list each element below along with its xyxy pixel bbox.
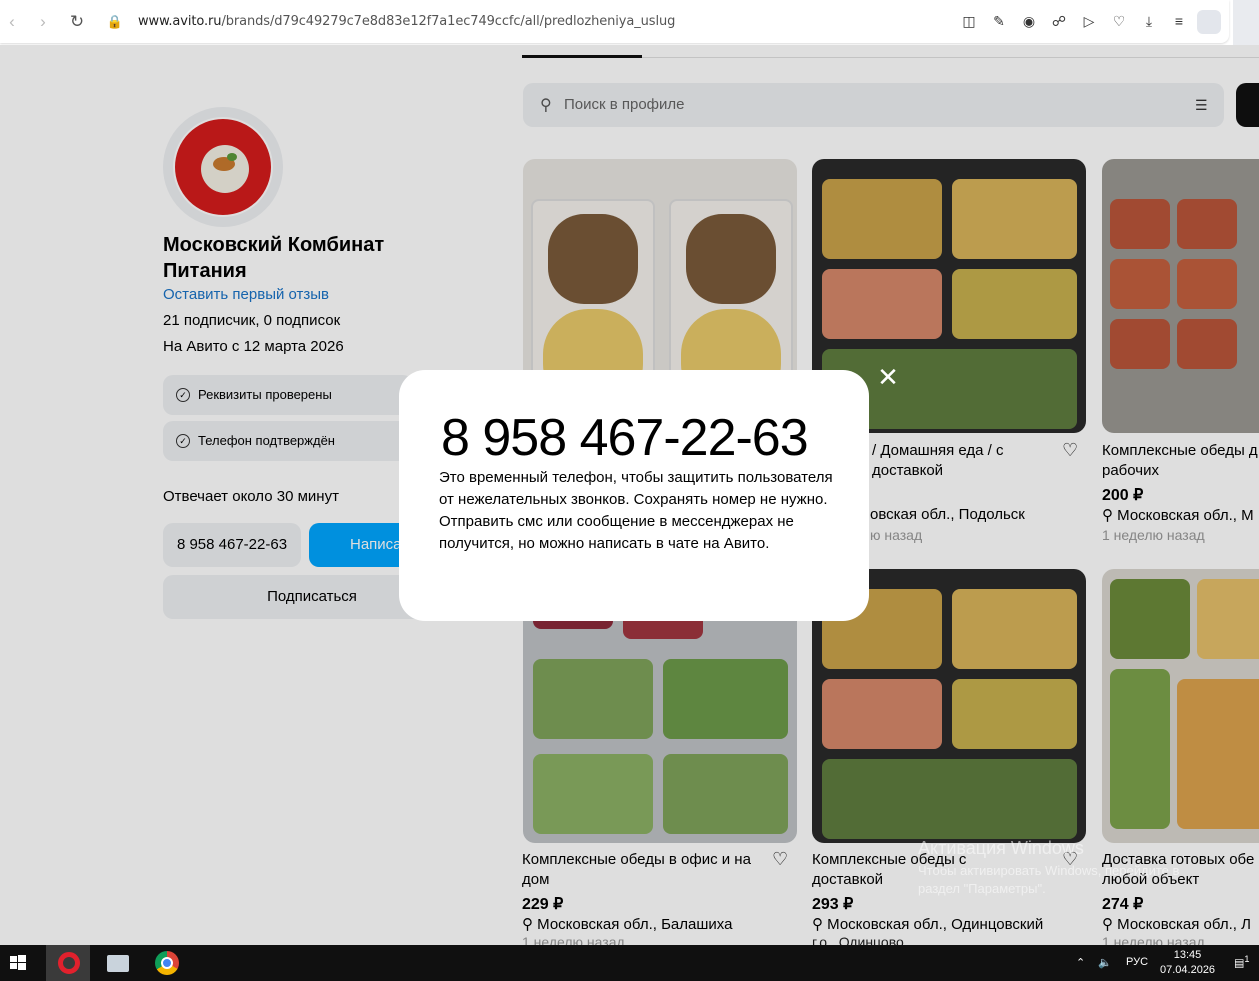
watermark-line-2: раздел "Параметры". bbox=[918, 881, 1046, 896]
language-indicator[interactable]: РУС bbox=[1126, 956, 1148, 968]
clock-date: 07.04.2026 bbox=[1160, 964, 1216, 976]
download-icon[interactable]: ⤓ bbox=[1140, 12, 1158, 30]
lock-icon[interactable]: 🔒 bbox=[105, 12, 125, 32]
phone-disclaimer: Это временный телефон, чтобы защитить по… bbox=[439, 469, 833, 552]
reader-mode-icon[interactable]: ◫ bbox=[960, 12, 978, 30]
heart-icon[interactable]: ♡ bbox=[1110, 12, 1128, 30]
url-host: www.avito.ru bbox=[138, 14, 222, 29]
close-icon[interactable]: ✕ bbox=[876, 364, 900, 390]
url-path: /brands/d79c49279c7e8d83e12f7a1ec749ccfc… bbox=[221, 14, 676, 29]
clock[interactable]: 13:45 07.04.2026 bbox=[1160, 948, 1215, 978]
browser-toolbar: ‹ › ↻ 🔒 www.avito.ru/brands/d79c49279c7e… bbox=[0, 0, 1259, 45]
file-explorer-icon[interactable] bbox=[96, 945, 140, 981]
edit-icon[interactable]: ✎ bbox=[990, 12, 1008, 30]
menu-icon[interactable]: ≡ bbox=[1170, 12, 1188, 30]
extension-icon[interactable] bbox=[1233, 0, 1259, 45]
reload-icon[interactable]: ↻ bbox=[67, 12, 87, 32]
profile-icon[interactable] bbox=[1197, 10, 1221, 34]
chrome-icon[interactable] bbox=[145, 945, 189, 981]
camera-icon[interactable]: ◉ bbox=[1020, 12, 1038, 30]
volume-icon[interactable]: 🔈 bbox=[1098, 956, 1112, 969]
notifications-icon[interactable]: ▤1 bbox=[1234, 954, 1250, 970]
clock-time: 13:45 bbox=[1173, 949, 1202, 961]
notification-count: 1 bbox=[1244, 954, 1250, 964]
show-hidden-icons-icon[interactable]: ⌃ bbox=[1076, 956, 1085, 969]
phone-modal: 8 958 467-22-63 Это временный телефон, ч… bbox=[399, 370, 869, 621]
play-icon[interactable]: ▷ bbox=[1080, 12, 1098, 30]
back-icon[interactable]: ‹ bbox=[2, 12, 22, 32]
address-bar[interactable]: www.avito.ru/brands/d79c49279c7e8d83e12f… bbox=[138, 14, 675, 29]
opera-icon[interactable] bbox=[46, 945, 90, 981]
windows-taskbar: ⌃ 🔈 РУС 13:45 07.04.2026 ▤1 bbox=[0, 945, 1259, 981]
windows-start-icon[interactable] bbox=[0, 945, 44, 981]
activation-watermark-title: Активация Windows bbox=[918, 838, 1084, 858]
activation-watermark-text: Чтобы активировать Windows, перейдите в р… bbox=[918, 862, 1179, 898]
shield-icon[interactable]: ☍ bbox=[1050, 12, 1068, 30]
phone-number: 8 958 467-22-63 bbox=[441, 409, 809, 467]
watermark-line-1: Чтобы активировать Windows, перейдите в bbox=[918, 863, 1180, 878]
forward-icon[interactable]: › bbox=[33, 12, 53, 32]
